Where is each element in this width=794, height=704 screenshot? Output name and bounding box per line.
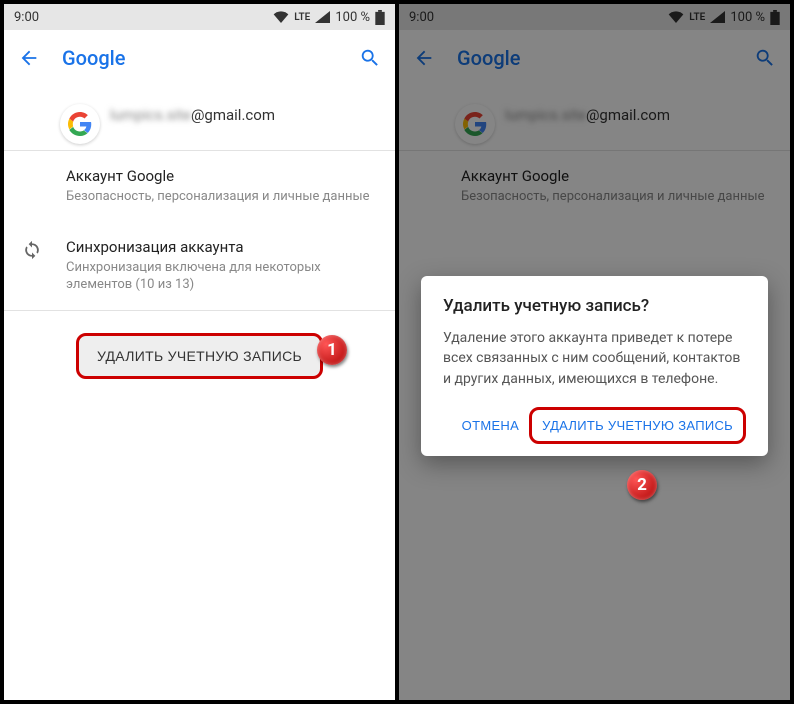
back-button[interactable] xyxy=(18,47,40,69)
setting-label: Аккаунт Google xyxy=(66,167,377,185)
cancel-button[interactable]: ОТМЕНА xyxy=(456,410,525,441)
lte-label: LTE xyxy=(294,12,310,23)
dialog-actions: ОТМЕНА УДАЛИТЬ УЧЕТНУЮ ЗАПИСЬ xyxy=(443,407,746,444)
setting-sub: Безопасность, персонализация и личные да… xyxy=(461,188,772,206)
page-title: Google xyxy=(457,46,520,70)
arrow-left-icon xyxy=(18,47,40,69)
callout-badge-2: 2 xyxy=(627,470,657,500)
setting-google-account[interactable]: Аккаунт Google Безопасность, персонализа… xyxy=(4,151,395,222)
account-email: lumpics.site@gmail.com xyxy=(110,106,275,124)
lte-label: LTE xyxy=(689,12,705,23)
dialog-body: Удаление этого аккаунта приведет к потер… xyxy=(443,328,746,389)
app-bar: Google xyxy=(4,30,395,86)
setting-sub: Безопасность, персонализация и личные да… xyxy=(66,188,377,206)
search-button[interactable] xyxy=(359,47,381,69)
battery-icon xyxy=(375,10,385,25)
search-icon xyxy=(359,47,381,69)
setting-sub: Синхронизация включена для некоторых эле… xyxy=(66,259,377,294)
google-logo-icon xyxy=(60,104,100,144)
status-time: 9:00 xyxy=(409,10,434,25)
status-time: 9:00 xyxy=(14,10,39,25)
wifi-icon xyxy=(668,11,684,23)
battery-pct: 100 % xyxy=(730,10,765,25)
account-row[interactable]: lumpics.site@gmail.com xyxy=(399,86,790,150)
setting-sync[interactable]: Синхронизация аккаунта Синхронизация вкл… xyxy=(4,222,395,310)
confirm-dialog: Удалить учетную запись? Удаление этого а… xyxy=(421,276,768,456)
confirm-remove-button[interactable]: УДАЛИТЬ УЧЕТНУЮ ЗАПИСЬ xyxy=(529,407,746,444)
button-area: УДАЛИТЬ УЧЕТНУЮ ЗАПИСЬ 1 xyxy=(4,311,395,401)
phone-left: 9:00 LTE 100 % Google lumpics xyxy=(4,4,395,700)
search-button[interactable] xyxy=(754,47,776,69)
status-bar: 9:00 LTE 100 % xyxy=(399,4,790,30)
wifi-icon xyxy=(273,11,289,23)
app-bar: Google xyxy=(399,30,790,86)
remove-account-button[interactable]: УДАЛИТЬ УЧЕТНУЮ ЗАПИСЬ xyxy=(76,333,323,379)
phone-right: 9:00 LTE 100 % Google lumpics xyxy=(399,4,790,700)
account-row[interactable]: lumpics.site@gmail.com xyxy=(4,86,395,150)
google-logo-icon xyxy=(455,104,495,144)
callout-badge-1: 1 xyxy=(317,335,347,365)
battery-pct: 100 % xyxy=(335,10,370,25)
page-title: Google xyxy=(62,46,125,70)
battery-icon xyxy=(770,10,780,25)
search-icon xyxy=(754,47,776,69)
arrow-left-icon xyxy=(413,47,435,69)
signal-icon xyxy=(315,11,330,23)
sync-icon xyxy=(22,240,42,260)
back-button[interactable] xyxy=(413,47,435,69)
dialog-title: Удалить учетную запись? xyxy=(443,296,746,316)
status-bar: 9:00 LTE 100 % xyxy=(4,4,395,30)
setting-label: Синхронизация аккаунта xyxy=(66,238,377,256)
setting-label: Аккаунт Google xyxy=(461,167,772,185)
setting-google-account[interactable]: Аккаунт Google Безопасность, персонализа… xyxy=(399,151,790,222)
account-email: lumpics.site@gmail.com xyxy=(505,106,670,124)
signal-icon xyxy=(710,11,725,23)
